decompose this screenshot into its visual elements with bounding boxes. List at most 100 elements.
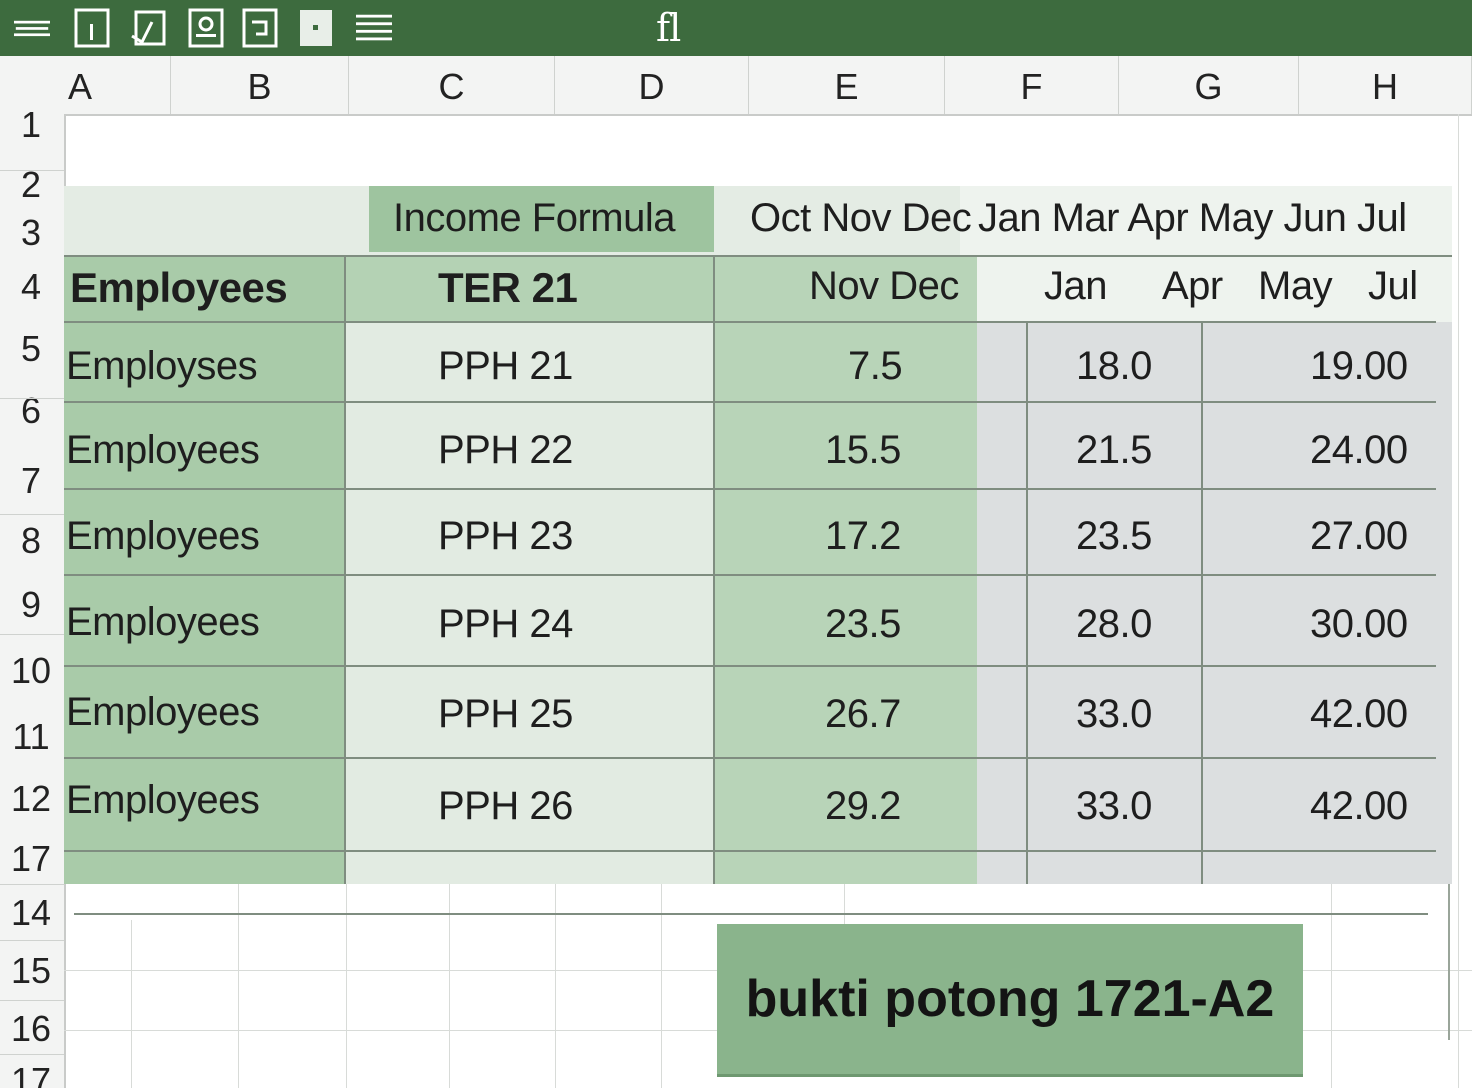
value-cell[interactable]: 42.00	[1310, 784, 1408, 829]
value-cell[interactable]: 27.00	[1310, 514, 1408, 559]
value-cell[interactable]: 28.0	[1076, 602, 1152, 647]
table-line	[64, 665, 1436, 667]
image-icon[interactable]	[188, 8, 224, 48]
tax-cell[interactable]: PPH 25	[438, 692, 573, 737]
column-header-d[interactable]: D	[555, 56, 749, 114]
divider-line	[74, 913, 1428, 915]
table-line	[344, 256, 346, 884]
row-header-13[interactable]: 17	[0, 838, 62, 880]
cursor-icon[interactable]	[74, 8, 110, 48]
column-header-h[interactable]: H	[1299, 56, 1472, 114]
column-header-e[interactable]: E	[749, 56, 945, 114]
value-cell[interactable]: 24.00	[1310, 428, 1408, 473]
jul-header: Jul	[1368, 264, 1418, 308]
row-divider	[0, 1054, 64, 1055]
bukti-potong-button[interactable]: bukti potong 1721-A2	[717, 924, 1303, 1077]
column-header-c[interactable]: C	[349, 56, 555, 114]
table-line	[64, 574, 1436, 576]
row-divider	[0, 170, 64, 171]
table-line	[64, 321, 1436, 323]
value-cell[interactable]: 7.5	[848, 344, 903, 389]
menu-icon[interactable]	[14, 8, 50, 48]
table-line	[64, 255, 1452, 257]
row-header-11[interactable]: 11	[0, 716, 62, 758]
toolbar: fl	[0, 0, 1472, 56]
table-line	[64, 488, 1436, 490]
value-cell[interactable]: 26.7	[825, 692, 901, 737]
row-divider	[0, 514, 64, 515]
row-header-7[interactable]: 7	[0, 460, 62, 502]
row-divider	[0, 940, 64, 941]
grid-line	[1458, 114, 1459, 1088]
value-cell[interactable]: 42.00	[1310, 692, 1408, 737]
employee-cell[interactable]: Employses	[66, 344, 258, 389]
row-header-16[interactable]: 16	[0, 1008, 62, 1050]
row-header-14[interactable]: 14	[0, 892, 62, 934]
grid-line	[131, 920, 132, 1088]
column-header-a[interactable]: A	[64, 56, 171, 114]
value-cell[interactable]: 15.5	[825, 428, 901, 473]
row-header-8[interactable]: 8	[0, 520, 62, 562]
list-icon[interactable]	[356, 8, 392, 48]
months-label: Oct Nov Dec	[750, 196, 972, 240]
value-cell[interactable]: 33.0	[1076, 784, 1152, 829]
jan-header: Jan	[1044, 264, 1108, 308]
row-divider	[0, 634, 64, 635]
value-cell[interactable]: 23.5	[1076, 514, 1152, 559]
tax-cell[interactable]: PPH 23	[438, 514, 573, 559]
table-line	[64, 401, 1436, 403]
row-header-4[interactable]: 4	[0, 266, 62, 308]
row-divider	[0, 398, 64, 399]
column-header-bar: A B C D E F G H	[0, 56, 1472, 116]
row-header-1[interactable]: 1	[0, 104, 62, 146]
value-cell[interactable]: 33.0	[1076, 692, 1152, 737]
row-header-6[interactable]: 6	[0, 390, 62, 432]
bracket-icon[interactable]	[242, 8, 278, 48]
value-cell[interactable]: 18.0	[1076, 344, 1152, 389]
employee-cell[interactable]: Employees	[66, 428, 260, 473]
value-cell[interactable]: 19.00	[1310, 344, 1408, 389]
tax-cell[interactable]: PPH 22	[438, 428, 573, 473]
check-icon[interactable]	[130, 8, 166, 48]
grid-line	[844, 884, 845, 924]
employee-cell[interactable]: Employees	[66, 514, 260, 559]
apr-header: Apr	[1162, 264, 1223, 308]
table-line	[1026, 322, 1028, 884]
row-divider	[0, 884, 64, 885]
employee-cell[interactable]: Employees	[66, 690, 260, 735]
spreadsheet-window: fl A B C D E F G H 1 2 3 4 5 6 7 8 9 10 …	[0, 0, 1472, 1088]
employees-header: Employees	[70, 264, 288, 311]
row-header-15[interactable]: 15	[0, 950, 62, 992]
column-header-b[interactable]: B	[171, 56, 349, 114]
row-header-5[interactable]: 5	[0, 328, 62, 370]
row-header-3[interactable]: 3	[0, 212, 62, 254]
employee-cell[interactable]: Employees	[66, 600, 260, 645]
row-divider	[0, 1000, 64, 1001]
table-line	[1201, 322, 1203, 884]
table-line	[64, 757, 1436, 759]
tax-cell[interactable]: PPH 21	[438, 344, 573, 389]
value-cell[interactable]: 17.2	[825, 514, 901, 559]
months-right-label: Jan Mar Apr May Jun Jul	[978, 196, 1407, 240]
employee-cell[interactable]: Employees	[66, 778, 260, 823]
row-header-17[interactable]: 17	[0, 1060, 62, 1088]
ter-header: TER 21	[438, 264, 578, 311]
row-header-9[interactable]: 9	[0, 584, 62, 626]
value-cell[interactable]: 23.5	[825, 602, 901, 647]
value-cell[interactable]: 30.00	[1310, 602, 1408, 647]
nov-dec-header: Nov Dec	[809, 264, 959, 308]
tax-cell[interactable]: PPH 24	[438, 602, 573, 647]
table-line	[713, 256, 715, 884]
value-cell[interactable]: 29.2	[825, 784, 901, 829]
tax-cell[interactable]: PPH 26	[438, 784, 573, 829]
value-cell[interactable]: 21.5	[1076, 428, 1152, 473]
fill-icon[interactable]	[298, 8, 334, 48]
row-header-12[interactable]: 12	[0, 778, 62, 820]
table-line	[64, 850, 1436, 852]
function-label: fl	[656, 6, 681, 50]
row-header-bar: 1 2 3 4 5 6 7 8 9 10 11 12 17 14 15 16 1…	[0, 104, 66, 1088]
column-header-f[interactable]: F	[945, 56, 1119, 114]
row-header-10[interactable]: 10	[0, 650, 62, 692]
income-formula-label: Income Formula	[393, 196, 675, 240]
column-header-g[interactable]: G	[1119, 56, 1299, 114]
